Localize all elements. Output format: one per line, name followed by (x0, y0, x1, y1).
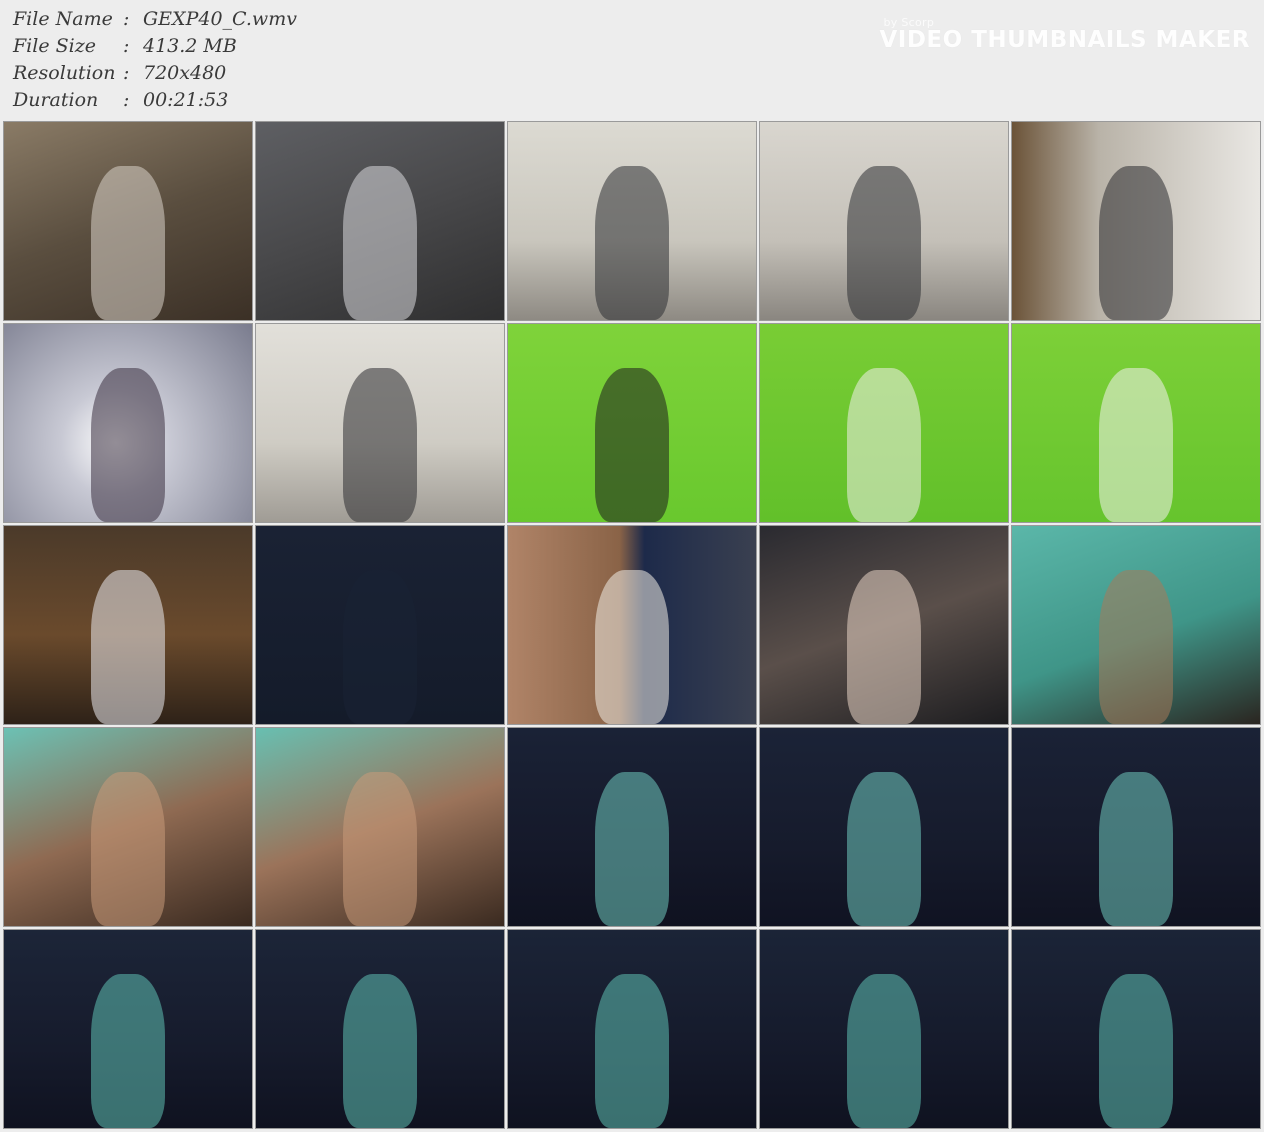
video-thumbnail (3, 929, 253, 1129)
video-thumbnail (255, 727, 505, 927)
duration-row: Duration : 00:21:53 (13, 87, 297, 114)
thumbnail-subject (846, 771, 922, 926)
duration-sep: : (123, 89, 130, 111)
video-thumbnail (759, 323, 1009, 523)
video-thumbnail (3, 121, 253, 321)
thumbnail-subject (594, 165, 670, 320)
video-thumbnail (759, 929, 1009, 1129)
video-thumbnail (507, 727, 757, 927)
resolution-label: Resolution (13, 62, 116, 84)
video-thumbnail (507, 323, 757, 523)
thumbnail-subject (846, 367, 922, 522)
file-size-value: 413.2 MB (143, 35, 237, 57)
file-name-row: File Name : GEXP40_C.wmv (13, 6, 297, 33)
video-thumbnail (3, 525, 253, 725)
video-thumbnail (507, 525, 757, 725)
file-size-label: File Size (13, 35, 96, 57)
watermark-title: VIDEO THUMBNAILS MAKER (879, 27, 1250, 53)
video-thumbnail (759, 727, 1009, 927)
resolution-sep: : (123, 62, 130, 84)
file-name-value: GEXP40_C.wmv (143, 8, 297, 30)
thumbnail-subject (1098, 569, 1174, 724)
video-thumbnail (759, 525, 1009, 725)
file-size-row: File Size : 413.2 MB (13, 33, 297, 60)
thumbnail-subject (342, 569, 418, 724)
video-thumbnail (507, 929, 757, 1129)
video-thumbnail (507, 121, 757, 321)
thumbnail-subject (594, 771, 670, 926)
duration-value: 00:21:53 (143, 89, 229, 111)
thumbnail-subject (1098, 771, 1174, 926)
thumbnail-subject (594, 569, 670, 724)
thumbnail-subject (90, 771, 166, 926)
video-thumbnail (1011, 323, 1261, 523)
thumbnail-grid (3, 121, 1261, 1129)
video-thumbnail (1011, 525, 1261, 725)
resolution-value: 720x480 (143, 62, 227, 84)
thumbnail-subject (342, 367, 418, 522)
file-name-label: File Name (13, 8, 113, 30)
thumbnail-subject (342, 165, 418, 320)
file-name-sep: : (123, 8, 130, 30)
thumbnail-subject (90, 973, 166, 1128)
file-info-panel: File Name : GEXP40_C.wmv File Size : 413… (13, 6, 297, 114)
thumbnail-subject (342, 771, 418, 926)
file-size-sep: : (123, 35, 130, 57)
video-thumbnail (759, 121, 1009, 321)
duration-label: Duration (13, 89, 99, 111)
thumbnail-subject (342, 973, 418, 1128)
thumbnail-subject (594, 367, 670, 522)
video-thumbnail (1011, 727, 1261, 927)
thumbnail-subject (1098, 165, 1174, 320)
thumbnail-subject (846, 569, 922, 724)
thumbnail-subject (846, 973, 922, 1128)
thumbnail-subject (846, 165, 922, 320)
video-thumbnail (255, 323, 505, 523)
video-thumbnail (1011, 121, 1261, 321)
thumbnail-subject (90, 165, 166, 320)
video-thumbnail (3, 727, 253, 927)
thumbnail-subject (1098, 973, 1174, 1128)
thumbnail-subject (90, 367, 166, 522)
video-thumbnail (3, 323, 253, 523)
resolution-row: Resolution : 720x480 (13, 60, 297, 87)
video-thumbnail (1011, 929, 1261, 1129)
video-thumbnail (255, 525, 505, 725)
thumbnail-subject (90, 569, 166, 724)
watermark: by Scorp VIDEO THUMBNAILS MAKER (879, 16, 1250, 53)
video-thumbnail (255, 929, 505, 1129)
thumbnail-subject (594, 973, 670, 1128)
thumbnail-subject (1098, 367, 1174, 522)
video-thumbnail (255, 121, 505, 321)
